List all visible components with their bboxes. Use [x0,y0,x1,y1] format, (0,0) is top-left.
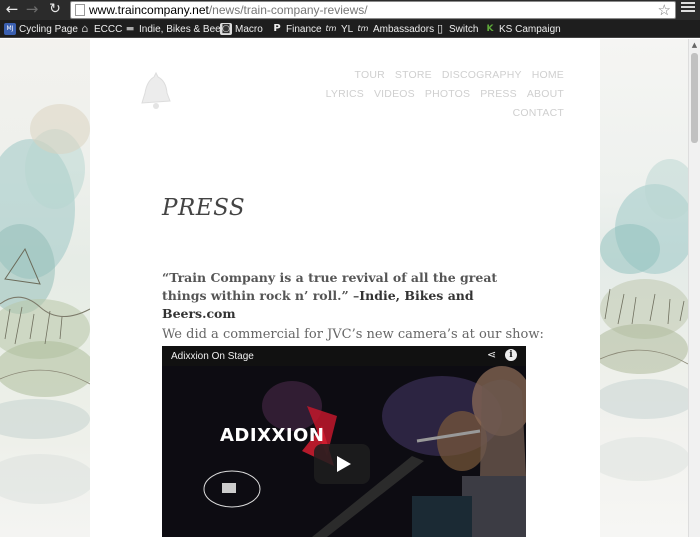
nav-link-lyrics[interactable]: LYRICS [326,88,364,100]
bookmark-cycling-page[interactable]: MJ Cycling Page [4,22,78,36]
nav-link-press[interactable]: PRESS [480,88,517,100]
bookmark-label: KS Campaign [499,23,561,35]
tm-icon: tm [357,24,369,33]
watercolor-landscape-image [0,104,90,504]
right-watercolor-art [600,39,688,537]
nav-link-home[interactable]: HOME [532,69,564,81]
bookmark-label: Macro [235,23,263,35]
watercolor-landscape-image [600,159,688,481]
url-host: www.traincompany.net [89,3,209,17]
nav-link-discography[interactable]: DISCOGRAPHY [442,69,522,81]
bell-logo-icon[interactable] [136,69,176,113]
scroll-up-arrow-icon[interactable]: ▲ [689,39,700,51]
building-icon: ⌂ [81,22,89,35]
bookmark-label: Finance [286,23,322,35]
video-thumbnail-image [162,346,526,537]
bookmark-finance[interactable]: P Finance [271,22,322,36]
page-viewport: TOUR STORE DISCOGRAPHY HOME LYRICS VIDEOS PHO… [0,39,688,537]
bookmarks-bar: MJ Cycling Page ⌂ ECCC ▬ Indie, Bikes & Bee… [0,20,700,38]
url-text[interactable]: www.traincompany.net/news/train-company-… [89,3,368,18]
commercial-text: We did a commercial for JVC’s new camera… [162,327,544,342]
press-quote: “Train Company is a true revival of all … [162,269,542,323]
page-icon [75,4,85,16]
menu-icon[interactable] [681,2,695,16]
bookmark-eccc[interactable]: ⌂ ECCC [79,22,123,36]
bookmark-switch[interactable]: ▯ Switch [434,22,478,36]
video-player[interactable]: Adixxion On Stage ⋖ i ADIXXION [162,346,526,537]
nav-link-contact[interactable]: CONTACT [513,107,564,119]
bookmark-label: ECCC [94,23,123,35]
bookmark-label: Switch [449,23,479,35]
bookmark-label: Cycling Page [19,23,78,35]
kickstarter-icon: K [486,24,494,34]
nav-row-2: LYRICS VIDEOS PHOTOS PRESS ABOUT [300,85,564,104]
address-bar[interactable]: www.traincompany.net/news/train-company-… [70,1,676,19]
adixxion-logo-text: ADIXXION [220,425,325,446]
page-icon: ▬ [125,24,135,34]
bookmark-yl[interactable]: tm YL [324,22,354,36]
nav-row-3: CONTACT [300,104,564,123]
info-icon[interactable]: i [505,349,517,361]
camera-icon: ◙ [220,23,232,35]
video-title[interactable]: Adixxion On Stage [171,351,254,362]
bookmark-label: Ambassadors [373,23,435,35]
blog-icon: MJ [4,23,16,35]
bookmark-star-icon[interactable]: ☆ [658,2,671,18]
page-title: PRESS [162,195,246,221]
bookmark-label: Indie, Bikes & Beer [139,23,225,35]
bookmark-ks-campaign[interactable]: K KS Campaign [484,22,561,36]
left-watercolor-art [0,39,90,537]
tm-icon: tm [325,24,337,33]
browser-toolbar: ← → ↻ www.traincompany.net/news/train-co… [0,0,700,20]
share-icon[interactable]: ⋖ [487,349,499,361]
reload-button[interactable]: ↻ [47,1,63,17]
site-navigation: TOUR STORE DISCOGRAPHY HOME LYRICS VIDEOS PHO… [300,66,564,123]
play-button[interactable] [314,444,370,484]
bookmark-label: YL [341,23,354,35]
bookmark-macro[interactable]: ◙ Macro [220,22,263,36]
nav-link-videos[interactable]: VIDEOS [374,88,415,100]
nav-link-about[interactable]: ABOUT [527,88,564,100]
vertical-scrollbar[interactable]: ▲ [688,39,700,537]
forward-button[interactable]: → [24,1,40,17]
bookmark-indie-bikes-beer[interactable]: ▬ Indie, Bikes & Beer [124,22,224,36]
back-button[interactable]: ← [4,1,20,17]
nav-row-1: TOUR STORE DISCOGRAPHY HOME [300,66,564,85]
p-icon: P [273,23,281,34]
url-path: /news/train-company-reviews/ [208,3,368,17]
nav-link-tour[interactable]: TOUR [355,69,385,81]
nav-link-photos[interactable]: PHOTOS [425,88,470,100]
bookmark-ambassadors[interactable]: tm Ambassadors [356,22,435,36]
nav-link-store[interactable]: STORE [395,69,432,81]
scrollbar-thumb[interactable] [691,53,698,143]
document-icon: ▯ [436,22,444,35]
